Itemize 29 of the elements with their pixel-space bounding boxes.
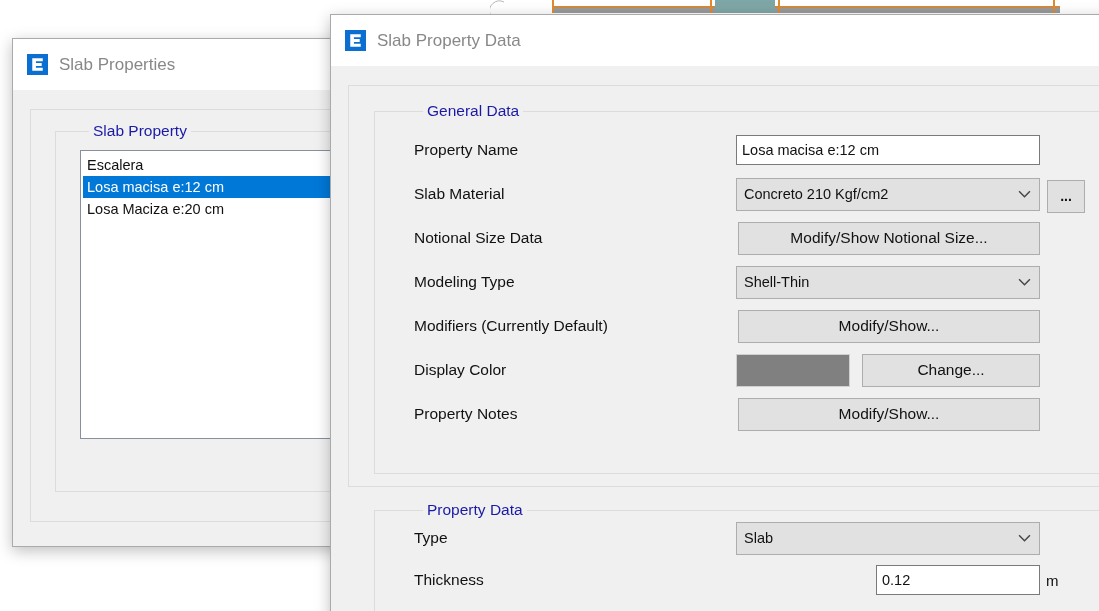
field-label: Property Name bbox=[414, 141, 520, 159]
chevron-down-icon bbox=[1018, 533, 1031, 543]
app-icon bbox=[345, 30, 366, 51]
field-label: Type bbox=[414, 529, 449, 547]
dropdown[interactable]: Shell-Thin bbox=[736, 265, 1040, 299]
field-label: Thickness bbox=[414, 571, 485, 589]
modify-button[interactable]: Modify/Show Notional Size... bbox=[738, 221, 1040, 255]
change-button[interactable]: Change... bbox=[862, 353, 1040, 387]
dropdown[interactable]: Concreto 210 Kgf/cm2 bbox=[736, 177, 1040, 211]
app-icon bbox=[27, 54, 48, 75]
field-label: Property Notes bbox=[414, 405, 519, 423]
number-field[interactable]: 0.12 bbox=[876, 565, 1040, 595]
field-label: Notional Size Data bbox=[414, 229, 544, 247]
window-title: Slab Property Data bbox=[377, 30, 521, 51]
field-label: Modeling Type bbox=[414, 273, 516, 291]
field-label: Modifiers (Currently Default) bbox=[414, 317, 609, 335]
chevron-down-icon bbox=[1018, 189, 1031, 199]
group-title: Property Data bbox=[426, 501, 524, 519]
text-field[interactable]: Losa macisa e:12 cm bbox=[736, 135, 1040, 165]
window-title: Slab Properties bbox=[59, 54, 176, 75]
modify-button[interactable]: Modify/Show... bbox=[738, 309, 1040, 343]
modify-button[interactable]: Modify/Show... bbox=[738, 397, 1040, 431]
dropdown[interactable]: Slab bbox=[736, 521, 1040, 555]
chevron-down-icon bbox=[1018, 277, 1031, 287]
browse-button[interactable]: ... bbox=[1047, 179, 1085, 213]
group-title: General Data bbox=[426, 102, 521, 120]
field-label: Display Color bbox=[414, 361, 508, 379]
unit-label: m bbox=[1046, 571, 1059, 589]
group-title: Slab Property bbox=[92, 122, 188, 140]
